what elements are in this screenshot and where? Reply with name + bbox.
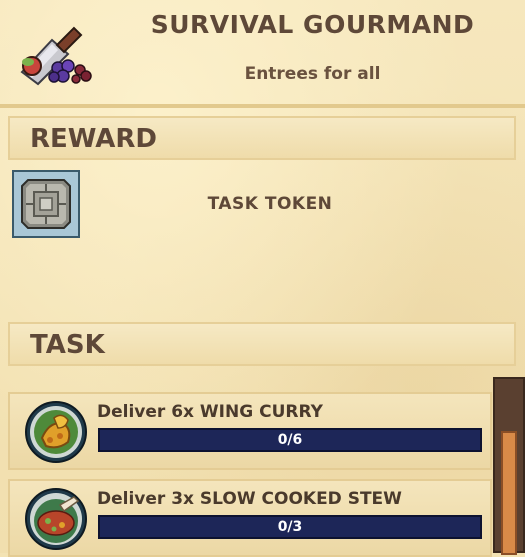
objective-row[interactable]: Deliver 6x WING CURRY 0/6 bbox=[8, 392, 492, 470]
objective-progress-text: 0/3 bbox=[277, 519, 303, 535]
reward-item-label: TASK TOKEN bbox=[207, 194, 333, 214]
objective-label: Deliver 3x SLOW COOKED STEW bbox=[97, 489, 402, 509]
task-heading: TASK bbox=[30, 330, 105, 360]
header-divider bbox=[0, 104, 525, 108]
task-token-icon bbox=[21, 179, 71, 229]
task-section-header: TASK bbox=[8, 322, 516, 366]
objective-label: Deliver 6x WING CURRY bbox=[97, 402, 323, 422]
task-subtitle: Entrees for all bbox=[244, 64, 381, 84]
reward-item-slot[interactable] bbox=[12, 170, 80, 238]
objective-row[interactable]: Deliver 3x SLOW COOKED STEW 0/3 bbox=[8, 479, 492, 557]
task-header: SURVIVAL GOURMAND Entrees for all bbox=[0, 0, 525, 108]
reward-heading: REWARD bbox=[30, 124, 158, 154]
objective-progress-bar: 0/3 bbox=[98, 515, 482, 539]
slow-cooked-stew-icon bbox=[25, 488, 87, 550]
task-list-scrollbar[interactable] bbox=[493, 377, 525, 555]
wing-curry-icon bbox=[25, 401, 87, 463]
scrollbar-thumb[interactable] bbox=[501, 431, 517, 555]
task-title: SURVIVAL GOURMAND bbox=[150, 10, 475, 39]
cleaver-and-grapes-icon bbox=[20, 26, 92, 86]
objective-progress-text: 0/6 bbox=[277, 432, 303, 448]
reward-section-header: REWARD bbox=[8, 116, 516, 160]
objective-progress-bar: 0/6 bbox=[98, 428, 482, 452]
